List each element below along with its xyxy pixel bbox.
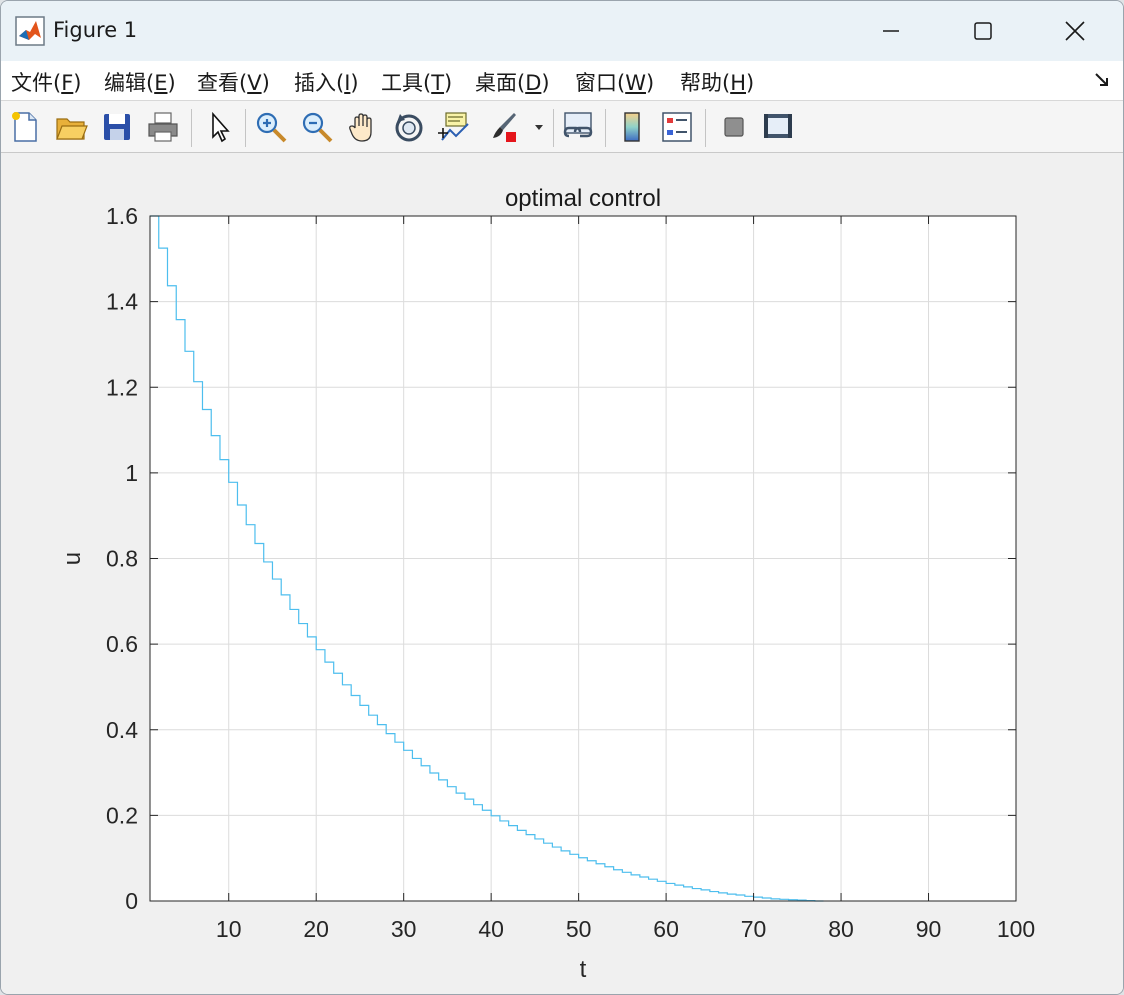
y-tick-label: 1.4: [106, 289, 138, 315]
x-tick-label: 100: [997, 916, 1035, 942]
show-plot-tools-icon[interactable]: [758, 107, 798, 147]
brush-dropdown-icon[interactable]: [527, 107, 551, 147]
menu-view[interactable]: 查看(V): [197, 67, 270, 97]
data-cursor-icon[interactable]: [435, 107, 475, 147]
window-title: Figure 1: [53, 18, 138, 42]
rotate-3d-icon[interactable]: [389, 107, 429, 147]
minimize-button[interactable]: [845, 1, 937, 61]
toolbar-separator: [605, 109, 606, 147]
new-figure-icon[interactable]: [5, 107, 45, 147]
toolbar-separator: [705, 109, 706, 147]
zoom-in-icon[interactable]: [251, 107, 291, 147]
menu-desktop[interactable]: 桌面(D): [475, 67, 550, 97]
x-tick-label: 40: [478, 916, 504, 942]
menu-edit[interactable]: 编辑(E): [104, 67, 176, 97]
x-tick-label: 30: [391, 916, 417, 942]
close-icon: [1065, 21, 1085, 41]
close-button[interactable]: [1029, 1, 1121, 61]
minimize-icon: [883, 30, 899, 32]
x-tick-label: 60: [653, 916, 679, 942]
zoom-out-icon[interactable]: [297, 107, 337, 147]
x-tick-label: 80: [828, 916, 854, 942]
figure-canvas: 10 20 30 40 50 60 70 80 90 100 0 0.2 0.4 0.6 0.8 1 1.2 1…: [1, 153, 1123, 995]
plot-svg[interactable]: 10 20 30 40 50 60 70 80 90 100 0 0.2 0.4 0.6 0.8 1 1.2 1…: [1, 153, 1123, 995]
menu-insert[interactable]: 插入(I): [294, 67, 359, 97]
x-tick-label: 70: [741, 916, 767, 942]
open-file-icon[interactable]: [51, 107, 91, 147]
toolbar-separator: [553, 109, 554, 147]
figure-toolbar: [1, 101, 1123, 153]
save-icon[interactable]: [97, 107, 137, 147]
menu-tools[interactable]: 工具(T): [381, 67, 452, 97]
pan-hand-icon[interactable]: [343, 107, 383, 147]
link-plot-icon[interactable]: [558, 107, 598, 147]
y-tick-label: 0: [125, 888, 138, 914]
y-tick-label: 0.8: [106, 546, 138, 572]
x-tick-label: 90: [916, 916, 942, 942]
toolbar-separator: [191, 109, 192, 147]
brush-icon[interactable]: [483, 107, 523, 147]
menu-file[interactable]: 文件(F): [11, 67, 82, 97]
figure-window: Figure 1 文件(F) 编辑(E) 查看(V) 插入(I) 工具(T) 桌…: [0, 0, 1124, 995]
toolbar-separator: [245, 109, 246, 147]
x-tick-label: 20: [303, 916, 329, 942]
select-arrow-icon[interactable]: [199, 107, 239, 147]
y-tick-label: 0.6: [106, 631, 138, 657]
y-tick-label: 0.4: [106, 717, 138, 743]
chart-title: optimal control: [505, 185, 661, 212]
y-tick-label: 1.2: [106, 374, 138, 400]
y-tick-label: 1.6: [106, 203, 138, 229]
y-tick-label: 0.2: [106, 802, 138, 828]
print-icon[interactable]: [143, 107, 183, 147]
matlab-logo-icon: [15, 16, 45, 46]
menu-help[interactable]: 帮助(H): [680, 67, 754, 97]
maximize-icon: [974, 22, 992, 40]
title-bar[interactable]: Figure 1: [1, 1, 1123, 61]
x-tick-label: 10: [216, 916, 242, 942]
x-tick-label: 50: [566, 916, 592, 942]
hide-plot-tools-icon[interactable]: [714, 107, 754, 147]
menu-window[interactable]: 窗口(W): [575, 67, 654, 97]
x-axis-label: t: [580, 956, 587, 983]
y-tick-label: 1: [125, 460, 138, 486]
legend-icon[interactable]: [657, 107, 697, 147]
menu-bar: 文件(F) 编辑(E) 查看(V) 插入(I) 工具(T) 桌面(D) 窗口(W…: [1, 61, 1123, 101]
y-axis-label: u: [59, 552, 86, 565]
dock-figure-icon[interactable]: [1093, 71, 1111, 89]
colorbar-icon[interactable]: [612, 107, 652, 147]
maximize-button[interactable]: [937, 1, 1029, 61]
